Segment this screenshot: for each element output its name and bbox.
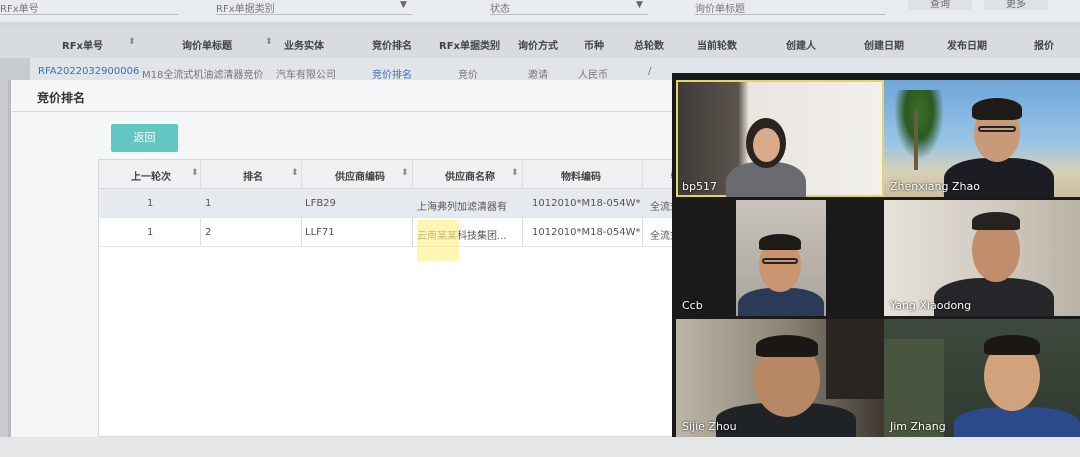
participant-name: Ccb (682, 299, 703, 312)
cell-material-code: 1012010*M18-054W* (532, 227, 641, 238)
col-material-code[interactable]: 物料编码 (561, 168, 601, 183)
participant-name: Sijie Zhou (682, 420, 737, 433)
video-tile-yang-xiaodong[interactable]: Yang Xiaodong (884, 200, 1080, 316)
yellow-highlight (417, 220, 459, 261)
chevron-down-icon[interactable]: ▼ (636, 0, 643, 10)
col-create-date: 创建日期 (864, 41, 904, 52)
participant-name: Zhenxiang Zhao (890, 180, 980, 193)
participant-name: bp517 (682, 180, 717, 193)
cell-prev-round: 1 (147, 198, 154, 209)
query-button[interactable]: 查询 (908, 0, 972, 10)
col-method: 询价方式 (518, 41, 558, 52)
rfx-number-link[interactable]: RFA2022032900006 (38, 66, 139, 77)
col-publish-date: 发布日期 (947, 41, 987, 52)
video-tile-sijie-zhou[interactable]: Sijie Zhou (676, 319, 884, 437)
row-currency: 人民币 (578, 70, 608, 81)
row-title: M18全流式机油滤清器竞价 (142, 70, 264, 81)
row-rounds: / (648, 66, 652, 77)
chevron-down-icon[interactable]: ▼ (400, 0, 407, 10)
bid-ranking-dialog: 竞价排名 返回 上一轮次 ⬍ 排名 ⬍ 供应商编码 ⬍ 供应商名称 ⬍ 物料编码… (8, 80, 684, 437)
row-type: 竞价 (458, 70, 478, 81)
col-title[interactable]: 询价单标题 (182, 37, 232, 52)
sort-icon[interactable]: ⬍ (191, 168, 199, 178)
list-table-header: RFx单号 ⬍ 询价单标题 ⬍ 业务实体 竞价排名 RFx单据类别 询价方式 币… (0, 28, 1080, 58)
bottom-strip (0, 437, 1080, 457)
video-tile-ccb[interactable]: Ccb (676, 200, 884, 316)
rank-link[interactable]: 竞价排名 (372, 66, 412, 81)
col-rank: 竞价排名 (372, 41, 412, 52)
col-current-round: 当前轮数 (697, 41, 737, 52)
rfx-number-input[interactable] (0, 14, 178, 15)
inquiry-title-label: 询价单标题 (695, 4, 745, 15)
sort-icon[interactable]: ⬍ (401, 168, 409, 178)
col-supplier-name[interactable]: 供应商名称 (445, 168, 495, 183)
cell-supplier-name: 上海弗列加滤清器有 (417, 202, 507, 213)
row-method: 邀请 (528, 70, 548, 81)
col-creator: 创建人 (786, 41, 816, 52)
participant-name: Jim Zhang (890, 420, 946, 433)
ranking-table-header: 上一轮次 ⬍ 排名 ⬍ 供应商编码 ⬍ 供应商名称 ⬍ 物料编码 物 (99, 160, 684, 189)
cell-prev-round: 1 (147, 227, 154, 238)
cell-rank: 2 (205, 227, 212, 238)
col-rfx-type: RFx单据类别 (439, 41, 500, 52)
back-button[interactable]: 返回 (111, 124, 178, 152)
video-call-panel: bp517 Zhenxiang Zhao Ccb Yang Xiaodong S… (672, 73, 1080, 439)
participant-name: Yang Xiaodong (890, 299, 972, 312)
col-supplier-code[interactable]: 供应商编码 (335, 168, 385, 183)
row-entity: 汽车有限公司 (276, 70, 336, 81)
col-prev-round[interactable]: 上一轮次 (131, 168, 171, 183)
col-quote: 报价 (1034, 41, 1054, 52)
table-row[interactable]: 1 2 LLF71 云南某某科技集团... 1012010*M18-054W* … (99, 218, 684, 247)
sort-icon[interactable]: ⬍ (291, 168, 299, 178)
table-row[interactable]: 1 1 LFB29 上海弗列加滤清器有 1012010*M18-054W* 全流… (99, 189, 684, 218)
rfx-type-label: RFx单据类别 (216, 4, 275, 15)
status-select[interactable] (490, 14, 648, 15)
filter-bar: RFx单号 RFx单据类别 ▼ 状态 ▼ 询价单标题 查询 更多 (0, 0, 1080, 22)
more-button[interactable]: 更多 (984, 0, 1048, 10)
inquiry-title-input[interactable] (695, 14, 885, 15)
cell-material-code: 1012010*M18-054W* (532, 198, 641, 209)
sort-icon[interactable]: ⬍ (265, 37, 273, 47)
col-total-rounds: 总轮数 (634, 41, 664, 52)
video-tile-bp517[interactable]: bp517 (676, 80, 884, 197)
video-tile-jim-zhang[interactable]: Jim Zhang (884, 319, 1080, 437)
rfx-type-select[interactable] (216, 14, 412, 15)
divider (11, 111, 683, 112)
video-tile-zhenxiang-zhao[interactable]: Zhenxiang Zhao (884, 80, 1080, 197)
col-entity: 业务实体 (284, 41, 324, 52)
status-label: 状态 (490, 4, 510, 15)
cell-supplier-code: LLF71 (305, 227, 335, 238)
col-currency: 币种 (584, 41, 604, 52)
sort-icon[interactable]: ⬍ (511, 168, 519, 178)
sort-icon[interactable]: ⬍ (128, 37, 136, 47)
cell-rank: 1 (205, 198, 212, 209)
cell-supplier-code: LFB29 (305, 198, 336, 209)
col-rfx-number[interactable]: RFx单号 (62, 37, 103, 52)
rfx-number-label: RFx单号 (0, 4, 39, 15)
ranking-table: 上一轮次 ⬍ 排名 ⬍ 供应商编码 ⬍ 供应商名称 ⬍ 物料编码 物 1 1 L… (98, 159, 684, 437)
dialog-title: 竞价排名 (37, 91, 86, 105)
col-rank[interactable]: 排名 (243, 168, 263, 183)
